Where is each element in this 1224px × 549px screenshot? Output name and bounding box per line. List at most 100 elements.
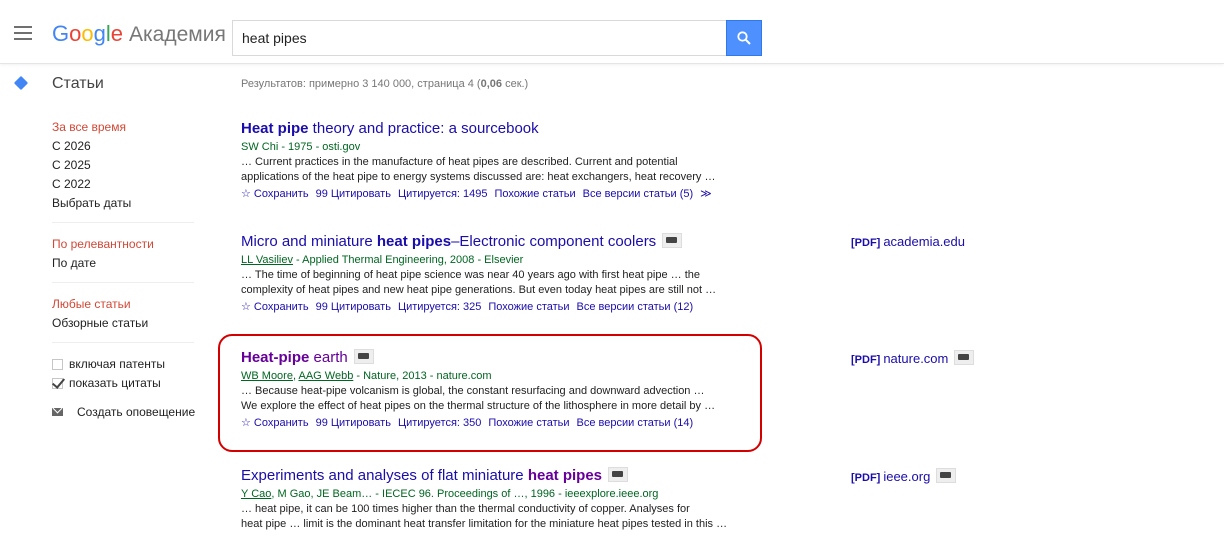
save-button[interactable]: ☆ Сохранить <box>241 188 309 200</box>
versions-link[interactable]: Все версии статьи (14) <box>577 417 694 429</box>
snippet-line: … heat pipe, it can be 100 times higher … <box>241 503 690 515</box>
include-patents-label: включая патенты <box>69 357 165 371</box>
cited-by-link[interactable]: Цитируется: 1495 <box>398 188 488 200</box>
fulltext-icon[interactable] <box>608 467 628 482</box>
versions-link[interactable]: Все версии статьи (5) <box>583 188 694 200</box>
result-snippet: … heat pipe, it can be 100 times higher … <box>241 502 801 532</box>
result-title[interactable]: Micro and miniature heat pipes–Electroni… <box>241 232 801 252</box>
title-text: theory and practice: a sourcebook <box>308 120 539 137</box>
scholar-logo[interactable]: Google Академия <box>52 22 226 47</box>
result-authors: SW Chi - 1975 - osti.gov <box>241 141 361 153</box>
author-link[interactable]: Y Cao <box>241 488 271 500</box>
search-input[interactable] <box>232 20 726 56</box>
create-alert-link[interactable]: Создать оповещение <box>52 405 202 419</box>
save-button[interactable]: ☆ Сохранить <box>241 301 309 313</box>
cited-by-link[interactable]: Цитируется: 325 <box>398 301 481 313</box>
fulltext-icon[interactable] <box>662 233 683 248</box>
snippet-line: … Current practices in the manufacture o… <box>241 156 678 168</box>
top-bar: Google Академия <box>0 0 1224 64</box>
pdf-link[interactable]: [PDF] ieee.org <box>851 468 957 484</box>
save-button[interactable]: ☆ Сохранить <box>241 417 309 429</box>
fulltext-icon[interactable] <box>353 349 374 364</box>
author-link[interactable]: LL Vasiliev <box>241 254 293 266</box>
pdf-source: nature.com <box>883 351 949 366</box>
fulltext-icon[interactable] <box>954 350 975 365</box>
search-icon <box>737 31 751 45</box>
filter-since-2022[interactable]: С 2022 <box>52 175 194 194</box>
type-any[interactable]: Любые статьи <box>52 295 194 314</box>
menu-icon[interactable] <box>14 26 32 40</box>
pdf-source: academia.edu <box>883 234 965 249</box>
pdf-label: [PDF] <box>851 354 881 366</box>
sort-relevance[interactable]: По релевантности <box>52 235 194 254</box>
fulltext-icon[interactable] <box>936 468 957 483</box>
subheader: Статьи Результатов: примерно 3 140 000, … <box>0 64 1224 102</box>
snippet-line: applications of the heat pipe to energy … <box>241 171 716 183</box>
stats-suffix: сек.) <box>502 78 529 90</box>
result-authors: Y Cao, M Gao, JE Beam… - IECEC 96. Proce… <box>241 486 801 502</box>
more-icon[interactable]: ≫ <box>700 188 712 200</box>
result-actions: ☆ Сохранить 99 Цитировать Цитируется: 350 П… <box>241 414 801 432</box>
result-authors: WB Moore, AAG Webb - Nature, 2013 - natu… <box>241 370 492 382</box>
sort-date[interactable]: По дате <box>52 254 194 273</box>
checkbox-checked[interactable] <box>52 378 63 389</box>
publication-info: , M Gao, JE Beam… - IECEC 96. Proceeding… <box>271 488 659 500</box>
result-snippet: … The time of beginning of heat pipe sci… <box>241 268 801 298</box>
author-link[interactable]: WB Moore <box>241 370 293 382</box>
section-title[interactable]: Статьи <box>52 75 104 93</box>
pdf-link[interactable]: [PDF] nature.com <box>851 350 975 366</box>
title-text: Experiments and analyses of flat miniatu… <box>241 467 528 484</box>
logo-letter: e <box>110 21 124 46</box>
result-title[interactable]: Experiments and analyses of flat miniatu… <box>241 466 801 486</box>
title-text: Micro and miniature <box>241 233 377 250</box>
logo-letter: G <box>52 21 70 46</box>
result-snippet: … Because heat-pipe volcanism is global,… <box>241 384 801 414</box>
versions-link[interactable]: Все версии статьи (12) <box>577 301 694 313</box>
time-filter-group: За все время С 2026 С 2025 С 2022 Выбрат… <box>52 118 194 223</box>
result-actions: ☆ Сохранить 99 Цитировать Цитируется: 325 П… <box>241 298 801 316</box>
cited-by-link[interactable]: Цитируется: 350 <box>398 417 481 429</box>
logo-suffix: Академия <box>129 23 226 46</box>
publication-info: - Applied Thermal Engineering, 2008 - El… <box>292 254 524 266</box>
logo-letter: o <box>81 21 94 46</box>
sort-group: По релевантности По дате <box>52 235 194 283</box>
title-text: –Electronic component coolers <box>451 233 657 250</box>
result-item: Micro and miniature heat pipes–Electroni… <box>241 232 801 316</box>
title-text: earth <box>309 349 348 366</box>
result-actions: ☆ Сохранить 99 Цитировать Цитируется: 1495… <box>241 185 801 203</box>
logo-letter: o <box>69 21 82 46</box>
cite-button[interactable]: 99 Цитировать <box>316 188 391 200</box>
cite-button[interactable]: 99 Цитировать <box>316 301 391 313</box>
cite-button[interactable]: 99 Цитировать <box>316 417 391 429</box>
result-title[interactable]: Heat-pipe earth <box>241 348 801 368</box>
title-bold: Heat-pipe <box>241 349 310 366</box>
result-title[interactable]: Heat pipe theory and practice: a sourceb… <box>241 119 801 139</box>
author-link[interactable]: AAG Webb <box>298 370 353 382</box>
snippet-line: … The time of beginning of heat pipe sci… <box>241 269 701 281</box>
related-link[interactable]: Похожие статьи <box>495 188 576 200</box>
results-stats: Результатов: примерно 3 140 000, страниц… <box>241 78 528 90</box>
create-alert-label: Создать оповещение <box>77 405 196 419</box>
result-item: Heat-pipe earth WB Moore, AAG Webb - Nat… <box>241 348 801 432</box>
filter-since-2026[interactable]: С 2026 <box>52 137 194 156</box>
filter-since-2025[interactable]: С 2025 <box>52 156 194 175</box>
pdf-link[interactable]: [PDF] academia.edu <box>851 234 965 249</box>
checkbox-unchecked[interactable] <box>52 359 63 370</box>
envelope-icon <box>52 408 63 416</box>
include-patents-checkbox[interactable]: включая патенты <box>52 355 202 374</box>
filter-custom-range[interactable]: Выбрать даты <box>52 194 194 213</box>
pdf-source: ieee.org <box>883 469 931 484</box>
search-button[interactable] <box>726 20 762 56</box>
articles-icon <box>13 75 29 91</box>
publication-info: - Nature, 2013 - nature.com <box>353 370 492 382</box>
snippet-line: heat pipe … limit is the dominant heat t… <box>241 518 728 530</box>
related-link[interactable]: Похожие статьи <box>488 301 569 313</box>
result-item: Heat pipe theory and practice: a sourceb… <box>241 119 801 203</box>
title-bold: heat pipes <box>527 467 602 484</box>
snippet-line: complexity of heat pipes and new heat pi… <box>241 284 717 296</box>
type-review[interactable]: Обзорные статьи <box>52 314 194 333</box>
related-link[interactable]: Похожие статьи <box>488 417 569 429</box>
snippet-line: … Because heat-pipe volcanism is global,… <box>241 385 705 397</box>
filter-any-time[interactable]: За все время <box>52 118 194 137</box>
show-citations-checkbox[interactable]: показать цитаты <box>52 374 202 393</box>
